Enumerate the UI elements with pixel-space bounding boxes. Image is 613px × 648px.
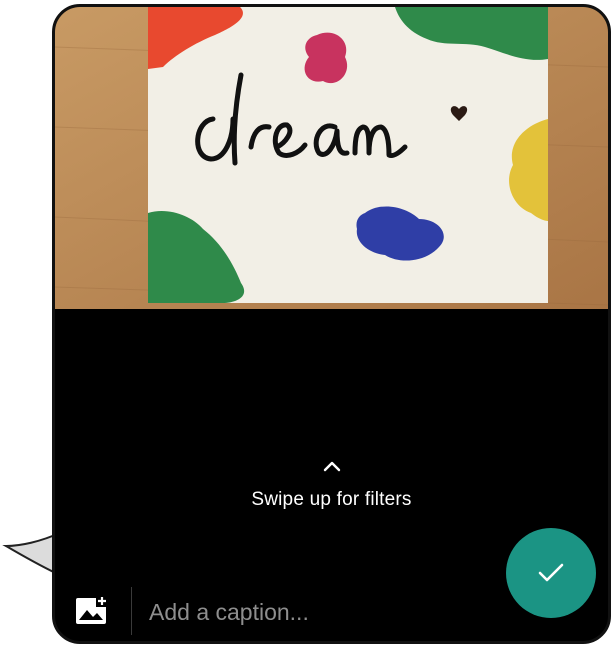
add-photo-icon[interactable] [75, 595, 109, 625]
chevron-up-icon [323, 461, 340, 472]
caption-divider [131, 587, 132, 635]
send-button[interactable] [506, 528, 596, 618]
swipe-filters-hint[interactable]: Swipe up for filters [55, 459, 608, 511]
phone-screen: Swipe up for filters [52, 4, 611, 644]
swipe-filters-label: Swipe up for filters [251, 489, 412, 510]
caption-input[interactable] [149, 595, 469, 629]
check-icon [538, 563, 564, 582]
photo-preview [55, 7, 608, 309]
caption-bar [55, 581, 495, 641]
